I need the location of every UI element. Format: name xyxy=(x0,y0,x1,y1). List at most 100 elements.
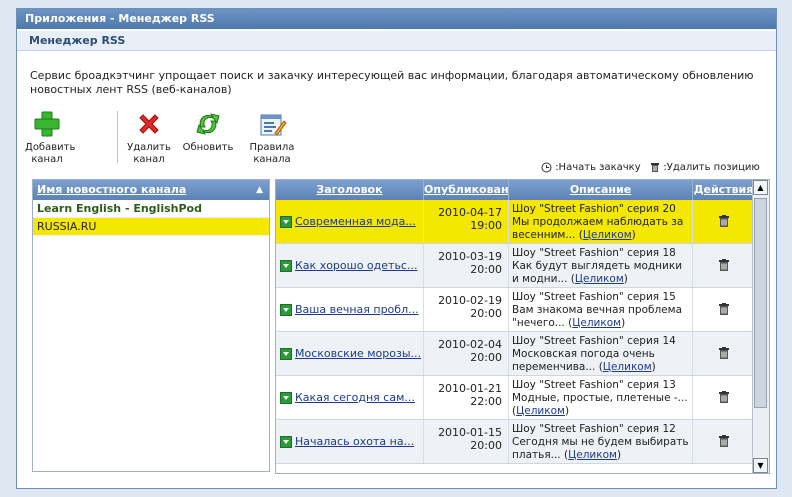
title-cell: Началась охота на... xyxy=(276,420,424,463)
post-title-link[interactable]: Московские морозы... xyxy=(295,347,421,360)
published-date: 2010-01-21 xyxy=(438,382,502,395)
add-channel-button[interactable]: Добавить канал xyxy=(25,109,76,166)
download-arrow-icon[interactable] xyxy=(280,435,292,448)
actions-cell xyxy=(693,420,754,463)
published-cell: 2010-01-21 22:00 xyxy=(424,376,509,419)
table-row[interactable]: Современная мода... 2010-04-17 19:00 Шоу "S… xyxy=(276,200,754,244)
published-time: 20:00 xyxy=(470,351,502,364)
published-time: 20:00 xyxy=(470,263,502,276)
column-header-description[interactable]: Описание xyxy=(509,180,693,200)
post-title-link[interactable]: Как хорошо одетьс... xyxy=(295,259,417,272)
published-date: 2010-02-19 xyxy=(438,294,502,307)
feed-name-column-header[interactable]: Имя новостного канала xyxy=(37,183,186,196)
post-title-link[interactable]: Ваша вечная пробл... xyxy=(295,303,419,316)
add-channel-label-2: канал xyxy=(31,154,63,165)
channel-rules-label-2: канала xyxy=(253,154,291,165)
refresh-button[interactable]: Обновить xyxy=(181,109,235,154)
table-row[interactable]: Какая сегодня сам... 2010-01-21 22:00 Шоу "… xyxy=(276,376,754,420)
full-text-link[interactable]: Целиком xyxy=(568,449,617,461)
scroll-thumb[interactable] xyxy=(754,198,767,408)
full-text-link[interactable]: Целиком xyxy=(583,229,632,241)
delete-channel-label-2: канал xyxy=(133,154,165,165)
trash-icon xyxy=(651,163,660,172)
post-title-link[interactable]: Началась охота на... xyxy=(295,435,414,448)
actions-cell xyxy=(693,376,754,419)
published-cell: 2010-02-19 20:00 xyxy=(424,288,509,331)
rss-manager-window: Приложения - Менеджер RSS Менеджер RSS С… xyxy=(16,8,777,489)
description-cell: Шоу "Street Fashion" серия 12 Сегодня мы… xyxy=(509,420,693,463)
description-cell: Шоу "Street Fashion" серия 14 Московская… xyxy=(509,332,693,375)
delete-trash-icon[interactable] xyxy=(718,259,730,272)
delete-trash-icon[interactable] xyxy=(718,347,730,360)
toolbar: Добавить канал Удалить канал Обновить Пр… xyxy=(25,109,325,169)
download-arrow-icon[interactable] xyxy=(280,259,292,272)
actions-cell xyxy=(693,244,754,287)
action-legend: :Начать закачку :Удалить позицию xyxy=(541,162,760,174)
post-description: Шоу "Street Fashion" серия 14 Московская… xyxy=(512,335,676,373)
scroll-down-button[interactable]: ▼ xyxy=(753,458,768,473)
feed-list-header[interactable]: Имя новостного канала ▲ xyxy=(33,180,269,200)
published-cell: 2010-03-19 20:00 xyxy=(424,244,509,287)
download-arrow-icon[interactable] xyxy=(280,303,292,316)
table-row[interactable]: Началась охота на... 2010-01-15 20:00 Шоу "… xyxy=(276,420,754,464)
published-time: 22:00 xyxy=(470,395,502,408)
title-cell: Как хорошо одетьс... xyxy=(276,244,424,287)
post-title-link[interactable]: Какая сегодня сам... xyxy=(295,391,415,404)
channel-rules-label-1: Правила xyxy=(249,142,295,153)
delete-trash-icon[interactable] xyxy=(718,391,730,404)
feed-item[interactable]: Learn English - EnglishPod xyxy=(33,200,269,218)
posts-table-body: Современная мода... 2010-04-17 19:00 Шоу "S… xyxy=(276,200,754,464)
scroll-up-button[interactable]: ▲ xyxy=(753,180,768,195)
table-scrollbar[interactable]: ▲ ▼ xyxy=(752,180,769,473)
legend-start-download: :Начать закачку xyxy=(555,162,641,173)
title-cell: Московские морозы... xyxy=(276,332,424,375)
feed-item-selected[interactable]: RUSSIA.RU xyxy=(33,218,269,236)
published-time: 20:00 xyxy=(470,439,502,452)
download-arrow-icon[interactable] xyxy=(280,391,292,404)
full-text-link[interactable]: Целиком xyxy=(603,361,652,373)
sort-caret-icon[interactable]: ▲ xyxy=(256,180,263,200)
delete-trash-icon[interactable] xyxy=(718,435,730,448)
legend-delete-item: :Удалить позицию xyxy=(663,162,760,173)
channel-rules-button[interactable]: Правила канала xyxy=(247,109,297,166)
delete-channel-label-1: Удалить xyxy=(127,142,171,153)
description-cell: Шоу "Street Fashion" серия 13 Модные, пр… xyxy=(509,376,693,419)
download-arrow-icon[interactable] xyxy=(280,215,292,228)
delete-x-icon xyxy=(139,114,159,134)
published-time: 19:00 xyxy=(470,219,502,232)
download-arrow-icon[interactable] xyxy=(280,347,292,360)
add-channel-label-1: Добавить xyxy=(25,142,76,153)
refresh-icon xyxy=(196,113,220,135)
column-header-title[interactable]: Заголовок xyxy=(276,180,424,200)
full-text-link[interactable]: Целиком xyxy=(572,317,621,329)
published-cell: 2010-01-15 20:00 xyxy=(424,420,509,463)
description-cell: Шоу "Street Fashion" серия 18 Как будут … xyxy=(509,244,693,287)
actions-cell xyxy=(693,288,754,331)
published-date: 2010-03-19 xyxy=(438,250,502,263)
posts-table-panel: Заголовок Опубликован Описание Действия … xyxy=(275,179,770,474)
description-cell: Шоу "Street Fashion" серия 15 Вам знаком… xyxy=(509,288,693,331)
full-text-link[interactable]: Целиком xyxy=(575,273,624,285)
full-text-link[interactable]: Целиком xyxy=(516,405,565,417)
title-cell: Современная мода... xyxy=(276,200,424,243)
page-title: Менеджер RSS xyxy=(17,31,776,51)
column-header-actions[interactable]: Действия xyxy=(693,180,754,200)
table-row[interactable]: Как хорошо одетьс... 2010-03-19 20:00 Шоу "… xyxy=(276,244,754,288)
published-date: 2010-01-15 xyxy=(438,426,502,439)
table-row[interactable]: Ваша вечная пробл... 2010-02-19 20:00 Шоу "… xyxy=(276,288,754,332)
rules-document-icon xyxy=(260,114,287,136)
post-description: Шоу "Street Fashion" серия 13 Модные, пр… xyxy=(512,379,688,404)
delete-channel-button[interactable]: Удалить канал xyxy=(127,109,171,166)
published-time: 20:00 xyxy=(470,307,502,320)
delete-trash-icon[interactable] xyxy=(718,303,730,316)
published-date: 2010-02-04 xyxy=(438,338,502,351)
published-date: 2010-04-17 xyxy=(438,206,502,219)
feed-list-panel: Имя новостного канала ▲ Learn English - … xyxy=(32,179,270,472)
column-header-published[interactable]: Опубликован xyxy=(424,180,509,200)
post-title-link[interactable]: Современная мода... xyxy=(295,215,416,228)
actions-cell xyxy=(693,200,754,243)
title-cell: Какая сегодня сам... xyxy=(276,376,424,419)
delete-trash-icon[interactable] xyxy=(718,215,730,228)
table-row[interactable]: Московские морозы... 2010-02-04 20:00 Шоу "… xyxy=(276,332,754,376)
actions-cell xyxy=(693,332,754,375)
